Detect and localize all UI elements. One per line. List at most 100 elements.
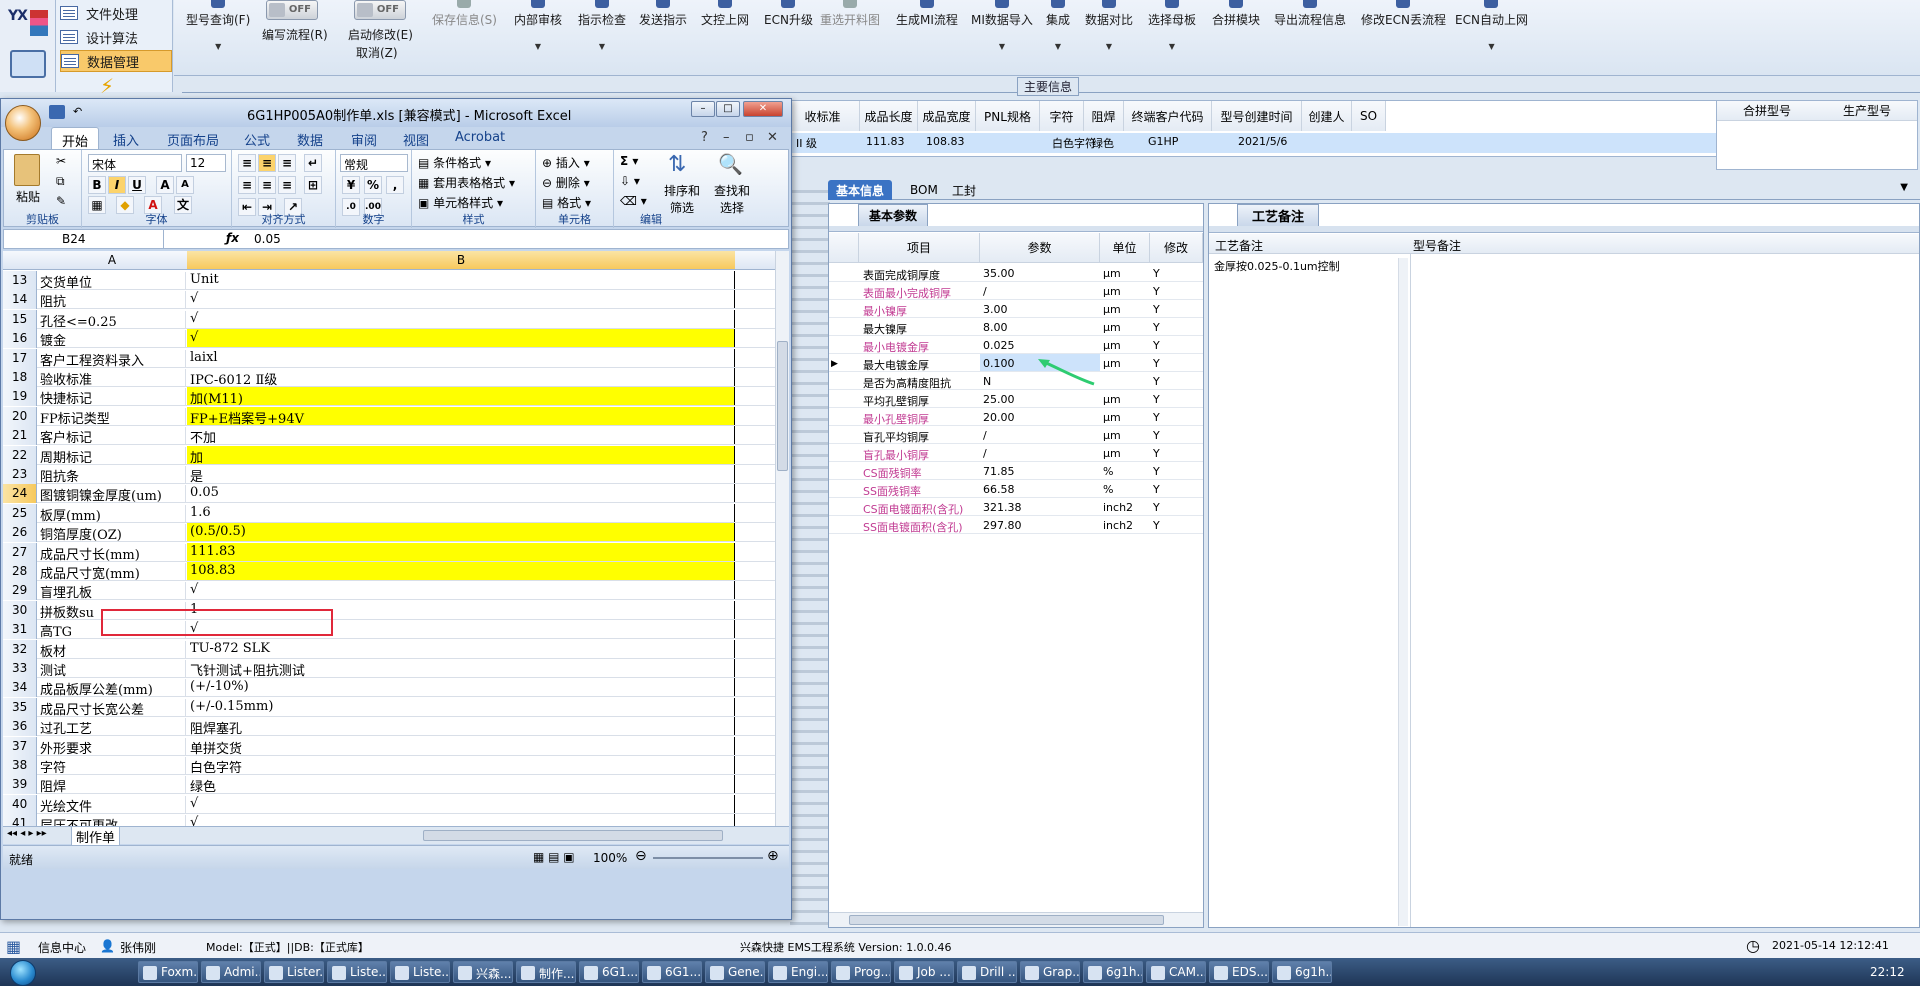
select-master-button[interactable]: 选择母板 ▼ — [1148, 0, 1196, 51]
col-header-modify[interactable]: 修改 — [1150, 233, 1203, 263]
vertical-scrollbar[interactable] — [1398, 258, 1408, 926]
taskbar-item[interactable]: Job ... — [894, 961, 954, 983]
horizontal-scrollbar[interactable] — [423, 830, 723, 841]
cell-b[interactable]: √ — [187, 814, 735, 826]
sheet-row[interactable]: 26 铜箔厚度(OZ) (0.5/0.5) — [3, 523, 775, 543]
row-number[interactable]: 20 — [3, 406, 37, 426]
cell-b[interactable]: 加(M11) — [187, 387, 735, 407]
col-header[interactable]: 收标准 — [786, 101, 860, 131]
col-header[interactable]: 阻焊 — [1084, 101, 1124, 131]
cell-b[interactable]: √ — [187, 581, 735, 600]
mi-import-button[interactable]: MI数据导入 ▼ — [971, 0, 1033, 51]
row-number[interactable]: 28 — [3, 562, 37, 581]
cell-a[interactable]: 孔径<=0.25 — [38, 310, 186, 328]
send-instruction-button[interactable]: 发送指示 — [639, 0, 687, 28]
maximize-icon[interactable]: □ — [716, 101, 740, 117]
table-row[interactable]: 最小镍厚 3.00 μm Y — [829, 300, 1203, 318]
chevron-down-icon[interactable]: ▼ — [1900, 182, 1908, 193]
taskbar-item[interactable]: 兴森... — [453, 961, 513, 983]
main-info-label[interactable]: 主要信息 — [1017, 77, 1080, 96]
italic-button[interactable]: I — [108, 176, 126, 194]
table-row[interactable]: 平均孔壁铜厚 25.00 μm Y — [829, 390, 1203, 408]
system-clock[interactable]: 22:12 — [1870, 965, 1905, 979]
cell-b[interactable]: Unit — [187, 271, 735, 289]
modify-ecn-button[interactable]: 修改ECN丢流程 — [1361, 0, 1446, 28]
column-a-header[interactable]: A — [37, 253, 187, 267]
start-button[interactable] — [10, 960, 36, 986]
align-bottom-icon[interactable]: ≡ — [278, 154, 296, 172]
tab-view[interactable]: 视图 — [403, 130, 429, 149]
formula-input[interactable]: 0.05 — [254, 232, 281, 246]
cut-icon[interactable]: ✂ — [56, 154, 66, 168]
worksheet[interactable]: A B 13 交货单位 Unit 14 阻抗 √ 15 孔径<=0.25 √ 16 镀金 √ 17 客户工… — [3, 251, 775, 826]
row-number[interactable]: 24 — [3, 484, 37, 504]
splitter[interactable] — [790, 190, 830, 925]
col-header-unit[interactable]: 单位 — [1100, 233, 1150, 263]
taskbar-item[interactable]: Grap... — [1020, 961, 1080, 983]
lightning-icon[interactable]: ⚡ — [100, 74, 114, 98]
taskbar-item[interactable]: Admi... — [201, 961, 261, 983]
table-row[interactable]: 最大镍厚 8.00 μm Y — [829, 318, 1203, 336]
cell-a[interactable]: 字符 — [38, 757, 186, 774]
cell-a[interactable]: 铜箔厚度(OZ) — [38, 524, 186, 542]
row-number[interactable]: 38 — [3, 756, 37, 775]
tab-page-layout[interactable]: 页面布局 — [167, 130, 219, 149]
cell-b[interactable]: 绿色 — [187, 775, 735, 795]
zoom-in-icon[interactable]: ⊕ — [767, 848, 779, 864]
merge-module-button[interactable]: 合拼模块 — [1212, 0, 1260, 28]
table-row[interactable]: 表面完成铜厚度 35.00 μm Y — [829, 264, 1203, 282]
zoom-out-icon[interactable]: ⊖ — [635, 848, 647, 864]
row-number[interactable]: 34 — [3, 678, 37, 698]
align-left-icon[interactable]: ≡ — [238, 176, 256, 194]
nav-item-data[interactable]: 数据管理 — [60, 50, 172, 72]
table-row[interactable]: SS面残铜率 66.58% Y — [829, 480, 1203, 498]
sheet-row[interactable]: 31 高TG √ — [3, 620, 775, 640]
cell-a[interactable]: 周期标记 — [38, 446, 186, 464]
col-header[interactable]: SO — [1352, 101, 1386, 131]
taskbar-item[interactable]: CAM... — [1146, 961, 1206, 983]
sheet-row[interactable]: 37 外形要求 单拼交货 — [3, 736, 775, 757]
office-button[interactable] — [5, 105, 41, 141]
cell-b[interactable]: TU-872 SLK — [187, 639, 735, 658]
row-number[interactable]: 22 — [3, 445, 37, 465]
taskbar-item[interactable]: 6g1h... — [1083, 961, 1143, 983]
taskbar-item[interactable]: Gene... — [705, 961, 765, 983]
zoom-slider[interactable] — [653, 857, 763, 859]
row-number[interactable]: 14 — [3, 290, 37, 310]
write-flow-toggle[interactable]: OFF — [266, 0, 318, 20]
row-number[interactable]: 37 — [3, 736, 37, 756]
wrap-text-icon[interactable]: ↵ — [304, 154, 322, 172]
tab-basic-info[interactable]: 基本信息 — [828, 180, 893, 200]
font-name-select[interactable]: 宋体 — [88, 154, 182, 172]
cell-a[interactable]: 板材 — [38, 640, 186, 658]
currency-icon[interactable]: ¥ — [342, 176, 360, 194]
excel-titlebar[interactable]: ↶ 6G1HP005A0制作单.xls [兼容模式] - Microsoft E… — [1, 99, 791, 127]
cell-a[interactable]: 测试 — [38, 660, 186, 677]
cell-b[interactable]: (0.5/0.5) — [187, 523, 735, 542]
row-number[interactable]: 41 — [3, 814, 37, 826]
cell-b[interactable]: 1.6 — [187, 503, 735, 522]
taskbar-item[interactable]: Foxm... — [138, 961, 198, 983]
sheet-row[interactable]: 33 测试 飞针测试+阻抗测试 — [3, 659, 775, 679]
zoom-level[interactable]: 100% — [593, 851, 627, 865]
autosum-icon[interactable]: Σ ▾ — [620, 154, 638, 168]
col-header[interactable]: 创建人 — [1302, 101, 1352, 131]
cell-b[interactable]: √ — [187, 620, 735, 639]
table-row[interactable]: 盲孔最小铜厚 / μm Y — [829, 444, 1203, 462]
data-compare-button[interactable]: 数据对比 ▼ — [1085, 0, 1133, 51]
cell-a[interactable]: FP标记类型 — [38, 407, 186, 425]
close-icon[interactable]: ✕ — [743, 101, 783, 117]
cell-b[interactable]: 是 — [187, 465, 735, 485]
scrollbar-thumb[interactable] — [777, 341, 788, 471]
vertical-scrollbar[interactable] — [775, 251, 789, 826]
save-button[interactable]: 保存信息(S) — [432, 0, 497, 28]
col-header[interactable]: 终端客户代码 — [1124, 101, 1212, 131]
table-row[interactable]: 盲孔平均铜厚 / μm Y — [829, 426, 1203, 444]
cell-a[interactable]: 高TG — [38, 621, 186, 639]
cell-a[interactable]: 交货单位 — [38, 272, 186, 289]
paste-icon[interactable] — [14, 154, 40, 186]
taskbar-item[interactable]: 6g1h... — [1272, 961, 1332, 983]
cell-a[interactable]: 镀金 — [38, 330, 186, 348]
sheet-row[interactable]: 32 板材 TU-872 SLK — [3, 639, 775, 659]
cell-a[interactable]: 成品尺寸宽(mm) — [38, 563, 186, 580]
